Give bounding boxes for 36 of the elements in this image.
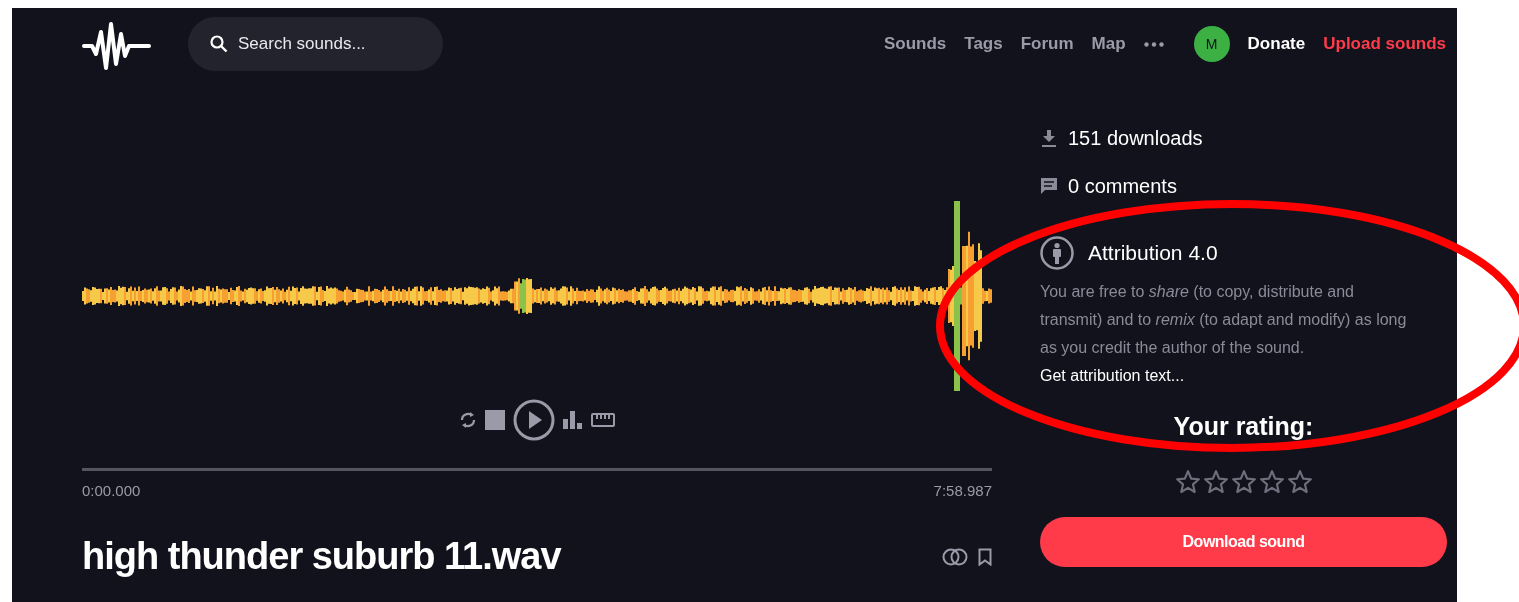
star-icon[interactable] — [1286, 469, 1313, 495]
star-icon[interactable] — [1258, 469, 1285, 495]
more-icon[interactable] — [1143, 41, 1164, 47]
comment-icon — [1040, 177, 1058, 195]
ruler-icon[interactable] — [591, 413, 615, 427]
download-button[interactable]: Download sound — [1040, 517, 1447, 567]
comments-count: 0 comments — [1068, 174, 1177, 198]
end-time: 7:58.987 — [933, 482, 992, 499]
search-field[interactable]: Search sounds... — [188, 17, 443, 71]
progress-track[interactable] — [82, 468, 992, 471]
bookmark-icon[interactable] — [978, 547, 992, 566]
upload-link[interactable]: Upload sounds — [1323, 34, 1446, 54]
nav-link[interactable]: Tags — [964, 34, 1003, 54]
play-icon[interactable] — [513, 399, 555, 441]
attribution-link[interactable]: Get attribution text... — [1040, 367, 1185, 384]
star-icon[interactable] — [1230, 469, 1257, 495]
downloads-count: 151 downloads — [1068, 126, 1203, 150]
spectrum-icon[interactable] — [563, 411, 583, 429]
nav-link[interactable]: Map — [1091, 34, 1126, 54]
start-time: 0:00.000 — [82, 482, 141, 499]
star-icon[interactable] — [1202, 469, 1229, 495]
attribution-icon — [1040, 236, 1074, 270]
license-description: You are free to share (to copy, distribute and transmit) and to remix (to adapt and modify) as long as you credit the author of the sound. Get attribution text... — [1040, 282, 1408, 386]
download-icon — [1040, 128, 1058, 148]
donate-link[interactable]: Donate — [1247, 34, 1306, 54]
loop-icon[interactable] — [459, 410, 477, 430]
license-title: Attribution 4.0 — [1088, 241, 1218, 265]
nav-link[interactable]: Forum — [1020, 34, 1074, 54]
similar-icon[interactable] — [942, 547, 968, 566]
star-icon[interactable] — [1174, 469, 1201, 495]
sound-title: high thunder suburb 11.wav — [82, 535, 561, 578]
rating-label: Your rating: — [1172, 412, 1315, 441]
user-avatar[interactable]: M — [1193, 26, 1230, 62]
search-icon — [210, 35, 228, 53]
search-input[interactable]: Search sounds... — [236, 33, 420, 55]
nav-link[interactable]: Sounds — [883, 34, 947, 54]
